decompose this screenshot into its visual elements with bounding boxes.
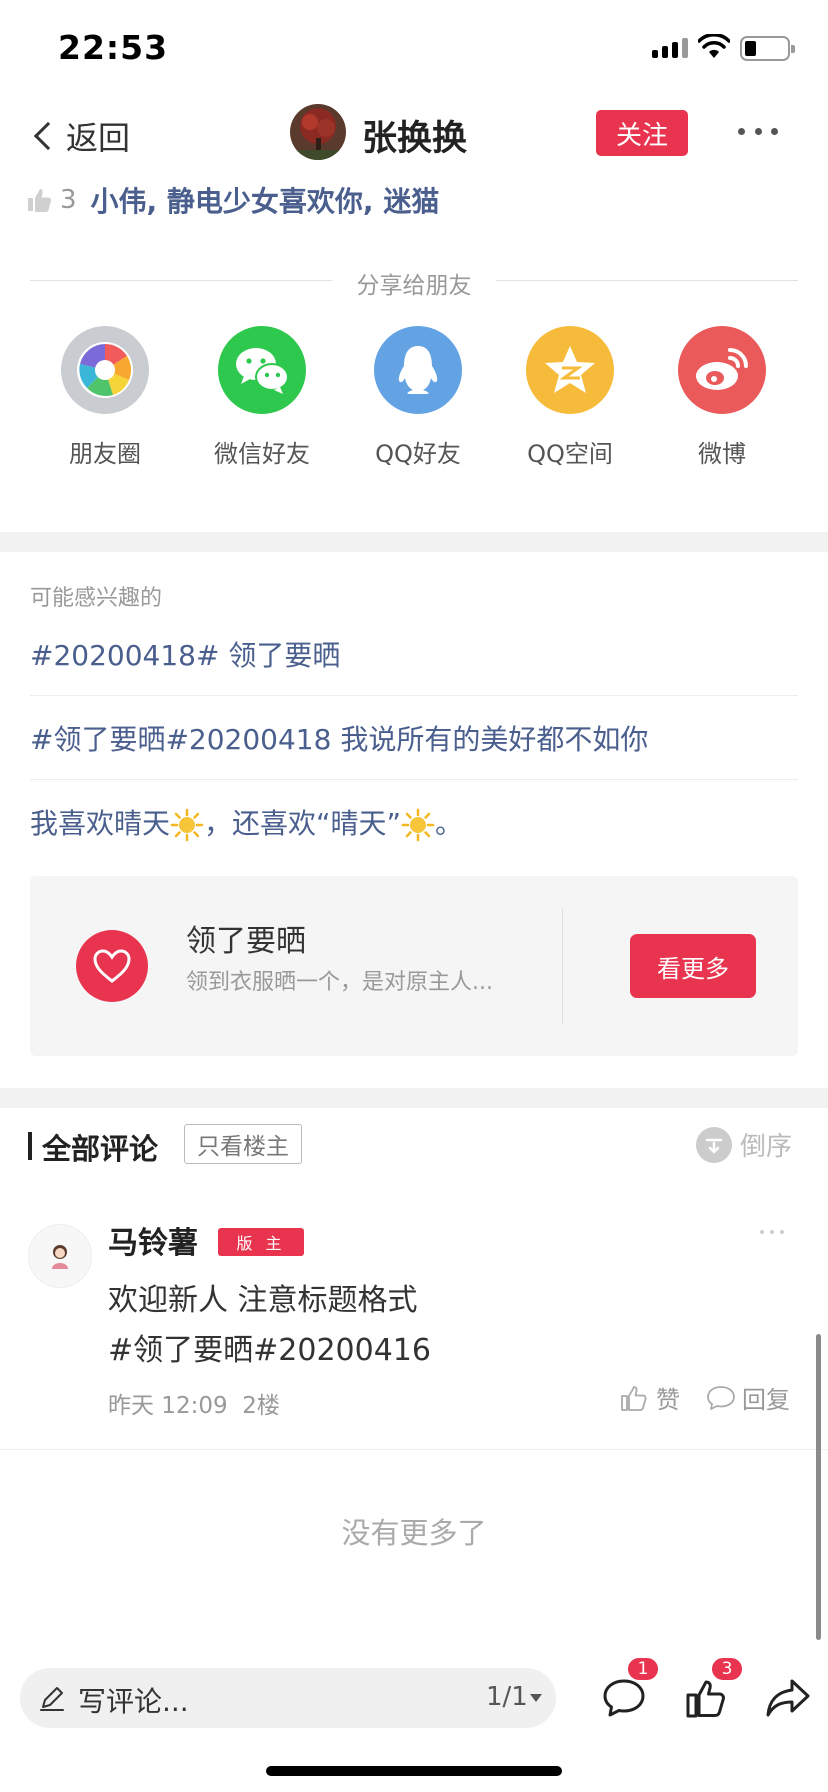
topic-text: 我喜欢晴天 ，还喜欢“晴天” 。 bbox=[30, 802, 463, 842]
sort-order-button[interactable]: 倒序 bbox=[696, 1126, 792, 1163]
share-label-wechat: 微信好友 bbox=[214, 440, 310, 468]
comment-line: #领了要晒#20200416 bbox=[108, 1333, 431, 1368]
topic-link[interactable]: #20200418# 领了要晒 bbox=[30, 612, 798, 696]
likers-names[interactable]: 小伟, 静电少女喜欢你, 迷猫 bbox=[91, 180, 440, 220]
likes-row: 3 小伟, 静电少女喜欢你, 迷猫 bbox=[26, 178, 439, 222]
nav-bar: 返回 张换换 关注 bbox=[0, 96, 828, 176]
comment-item: 马铃薯 版 主 欢迎新人 注意标题格式 #领了要晒#20200416 昨天 12… bbox=[0, 1200, 828, 1450]
share-weibo[interactable]: 微博 bbox=[652, 326, 792, 469]
user-name[interactable]: 张换换 bbox=[362, 110, 467, 161]
moments-icon bbox=[61, 326, 149, 414]
share-moments[interactable]: 朋友圈 bbox=[35, 326, 175, 469]
chevron-left-icon bbox=[33, 121, 63, 151]
topic-text-part: ，还喜欢“晴天” bbox=[204, 807, 402, 840]
qq-icon bbox=[374, 326, 462, 414]
thumb-up-icon bbox=[28, 189, 52, 212]
comment-meta: 昨天 12:09 2楼 bbox=[108, 1386, 280, 1420]
commenter-avatar[interactable] bbox=[28, 1224, 92, 1288]
topic-link[interactable]: #领了要晒#20200418 我说所有的美好都不如你 bbox=[30, 696, 798, 780]
card-divider bbox=[562, 908, 563, 1024]
share-qzone[interactable]: QQ空间 bbox=[500, 326, 640, 469]
comments-header: 全部评论 只看楼主 倒序 bbox=[0, 1108, 828, 1184]
share-label-qzone: QQ空间 bbox=[527, 440, 613, 468]
share-label-weibo: 微博 bbox=[698, 440, 746, 468]
card-description: 领到衣服晒一个，是对原主人... bbox=[186, 970, 493, 995]
comment-input-bar[interactable]: 写评论... 1/1 bbox=[20, 1668, 556, 1728]
sort-label: 倒序 bbox=[740, 1132, 793, 1162]
pencil-icon bbox=[40, 1687, 64, 1711]
weibo-icon bbox=[678, 326, 766, 414]
page-indicator[interactable]: 1/1 bbox=[486, 1682, 528, 1712]
topic-text-part: 我喜欢晴天 bbox=[30, 807, 171, 840]
card-title: 领了要晒 bbox=[186, 924, 306, 959]
share-title: 分享给朋友 bbox=[356, 273, 472, 299]
share-label-moments: 朋友圈 bbox=[69, 440, 141, 468]
like-count-button[interactable]: 3 bbox=[680, 1656, 744, 1726]
section-gap bbox=[0, 1088, 828, 1108]
speech-bubble-icon bbox=[707, 1385, 735, 1410]
share-button[interactable] bbox=[760, 1670, 816, 1726]
share-arrow-icon bbox=[766, 1679, 810, 1717]
wifi-icon bbox=[698, 34, 730, 58]
topic-text: #20200418# 领了要晒 bbox=[30, 638, 341, 672]
user-avatar[interactable] bbox=[290, 104, 346, 160]
share-divider: 分享给朋友 bbox=[30, 266, 798, 299]
topic-link[interactable]: 我喜欢晴天 ，还喜欢“晴天” 。 bbox=[30, 780, 798, 864]
comment-text: 欢迎新人 注意标题格式 #领了要晒#20200416 bbox=[108, 1276, 431, 1376]
sort-icon bbox=[696, 1126, 732, 1163]
section-gap bbox=[0, 532, 828, 552]
comment-time: 昨天 12:09 bbox=[108, 1393, 228, 1419]
topic-card[interactable]: 领了要晒 领到衣服晒一个，是对原主人... 看更多 bbox=[30, 876, 798, 1056]
comment-floor: 2楼 bbox=[242, 1393, 280, 1419]
comment-input-placeholder: 写评论... bbox=[78, 1685, 189, 1718]
share-qq[interactable]: QQ好友 bbox=[348, 326, 488, 469]
share-wechat[interactable]: 微信好友 bbox=[192, 326, 332, 469]
comment-reply-button[interactable]: 回复 bbox=[706, 1380, 790, 1415]
heart-icon bbox=[76, 930, 148, 1002]
cellular-signal-icon bbox=[652, 36, 688, 58]
section-marker bbox=[28, 1132, 32, 1160]
scrollbar[interactable] bbox=[816, 1334, 821, 1640]
topic-text-part: 。 bbox=[435, 807, 464, 840]
comments-count-button[interactable]: 1 bbox=[596, 1656, 660, 1726]
moderator-badge: 版 主 bbox=[218, 1228, 304, 1256]
qzone-icon bbox=[526, 326, 614, 414]
comment-like-button[interactable]: 赞 bbox=[620, 1380, 680, 1415]
thumb-up-outline-icon bbox=[621, 1385, 647, 1411]
follow-button[interactable]: 关注 bbox=[596, 110, 688, 156]
share-row: 朋友圈 微信好友 QQ好友 QQ空间 微博 bbox=[0, 326, 828, 476]
comment-more-icon[interactable] bbox=[760, 1230, 784, 1234]
wechat-icon bbox=[218, 326, 306, 414]
commenter-name[interactable]: 马铃薯 bbox=[108, 1218, 198, 1262]
status-bar: 22:53 bbox=[0, 0, 828, 96]
back-button[interactable]: 返回 bbox=[28, 110, 130, 162]
sun-emoji-icon bbox=[170, 808, 204, 842]
caret-down-icon bbox=[530, 1694, 542, 1702]
thumb-up-icon bbox=[686, 1680, 725, 1718]
sun-emoji-icon bbox=[401, 808, 435, 842]
only-op-filter-button[interactable]: 只看楼主 bbox=[184, 1124, 302, 1164]
no-more-label: 没有更多了 bbox=[341, 1516, 487, 1550]
comment-line: 欢迎新人 注意标题格式 bbox=[108, 1283, 418, 1318]
share-label-qq: QQ好友 bbox=[375, 440, 461, 468]
comment-like-label: 赞 bbox=[656, 1386, 680, 1414]
interest-title: 可能感兴趣的 bbox=[30, 586, 163, 611]
more-options-icon[interactable] bbox=[738, 118, 778, 144]
comments-title: 全部评论 bbox=[42, 1132, 159, 1166]
see-more-button[interactable]: 看更多 bbox=[630, 934, 756, 998]
topic-text: #领了要晒#20200418 我说所有的美好都不如你 bbox=[30, 722, 649, 756]
home-indicator bbox=[266, 1766, 562, 1776]
comment-count-badge: 1 bbox=[626, 1656, 660, 1682]
comment-bubble-icon bbox=[603, 1679, 645, 1717]
likes-count: 3 bbox=[60, 185, 77, 215]
status-time: 22:53 bbox=[58, 28, 169, 67]
battery-icon bbox=[740, 36, 795, 61]
like-count-badge: 3 bbox=[710, 1656, 744, 1682]
comment-reply-label: 回复 bbox=[742, 1386, 790, 1414]
back-label: 返回 bbox=[66, 119, 131, 157]
